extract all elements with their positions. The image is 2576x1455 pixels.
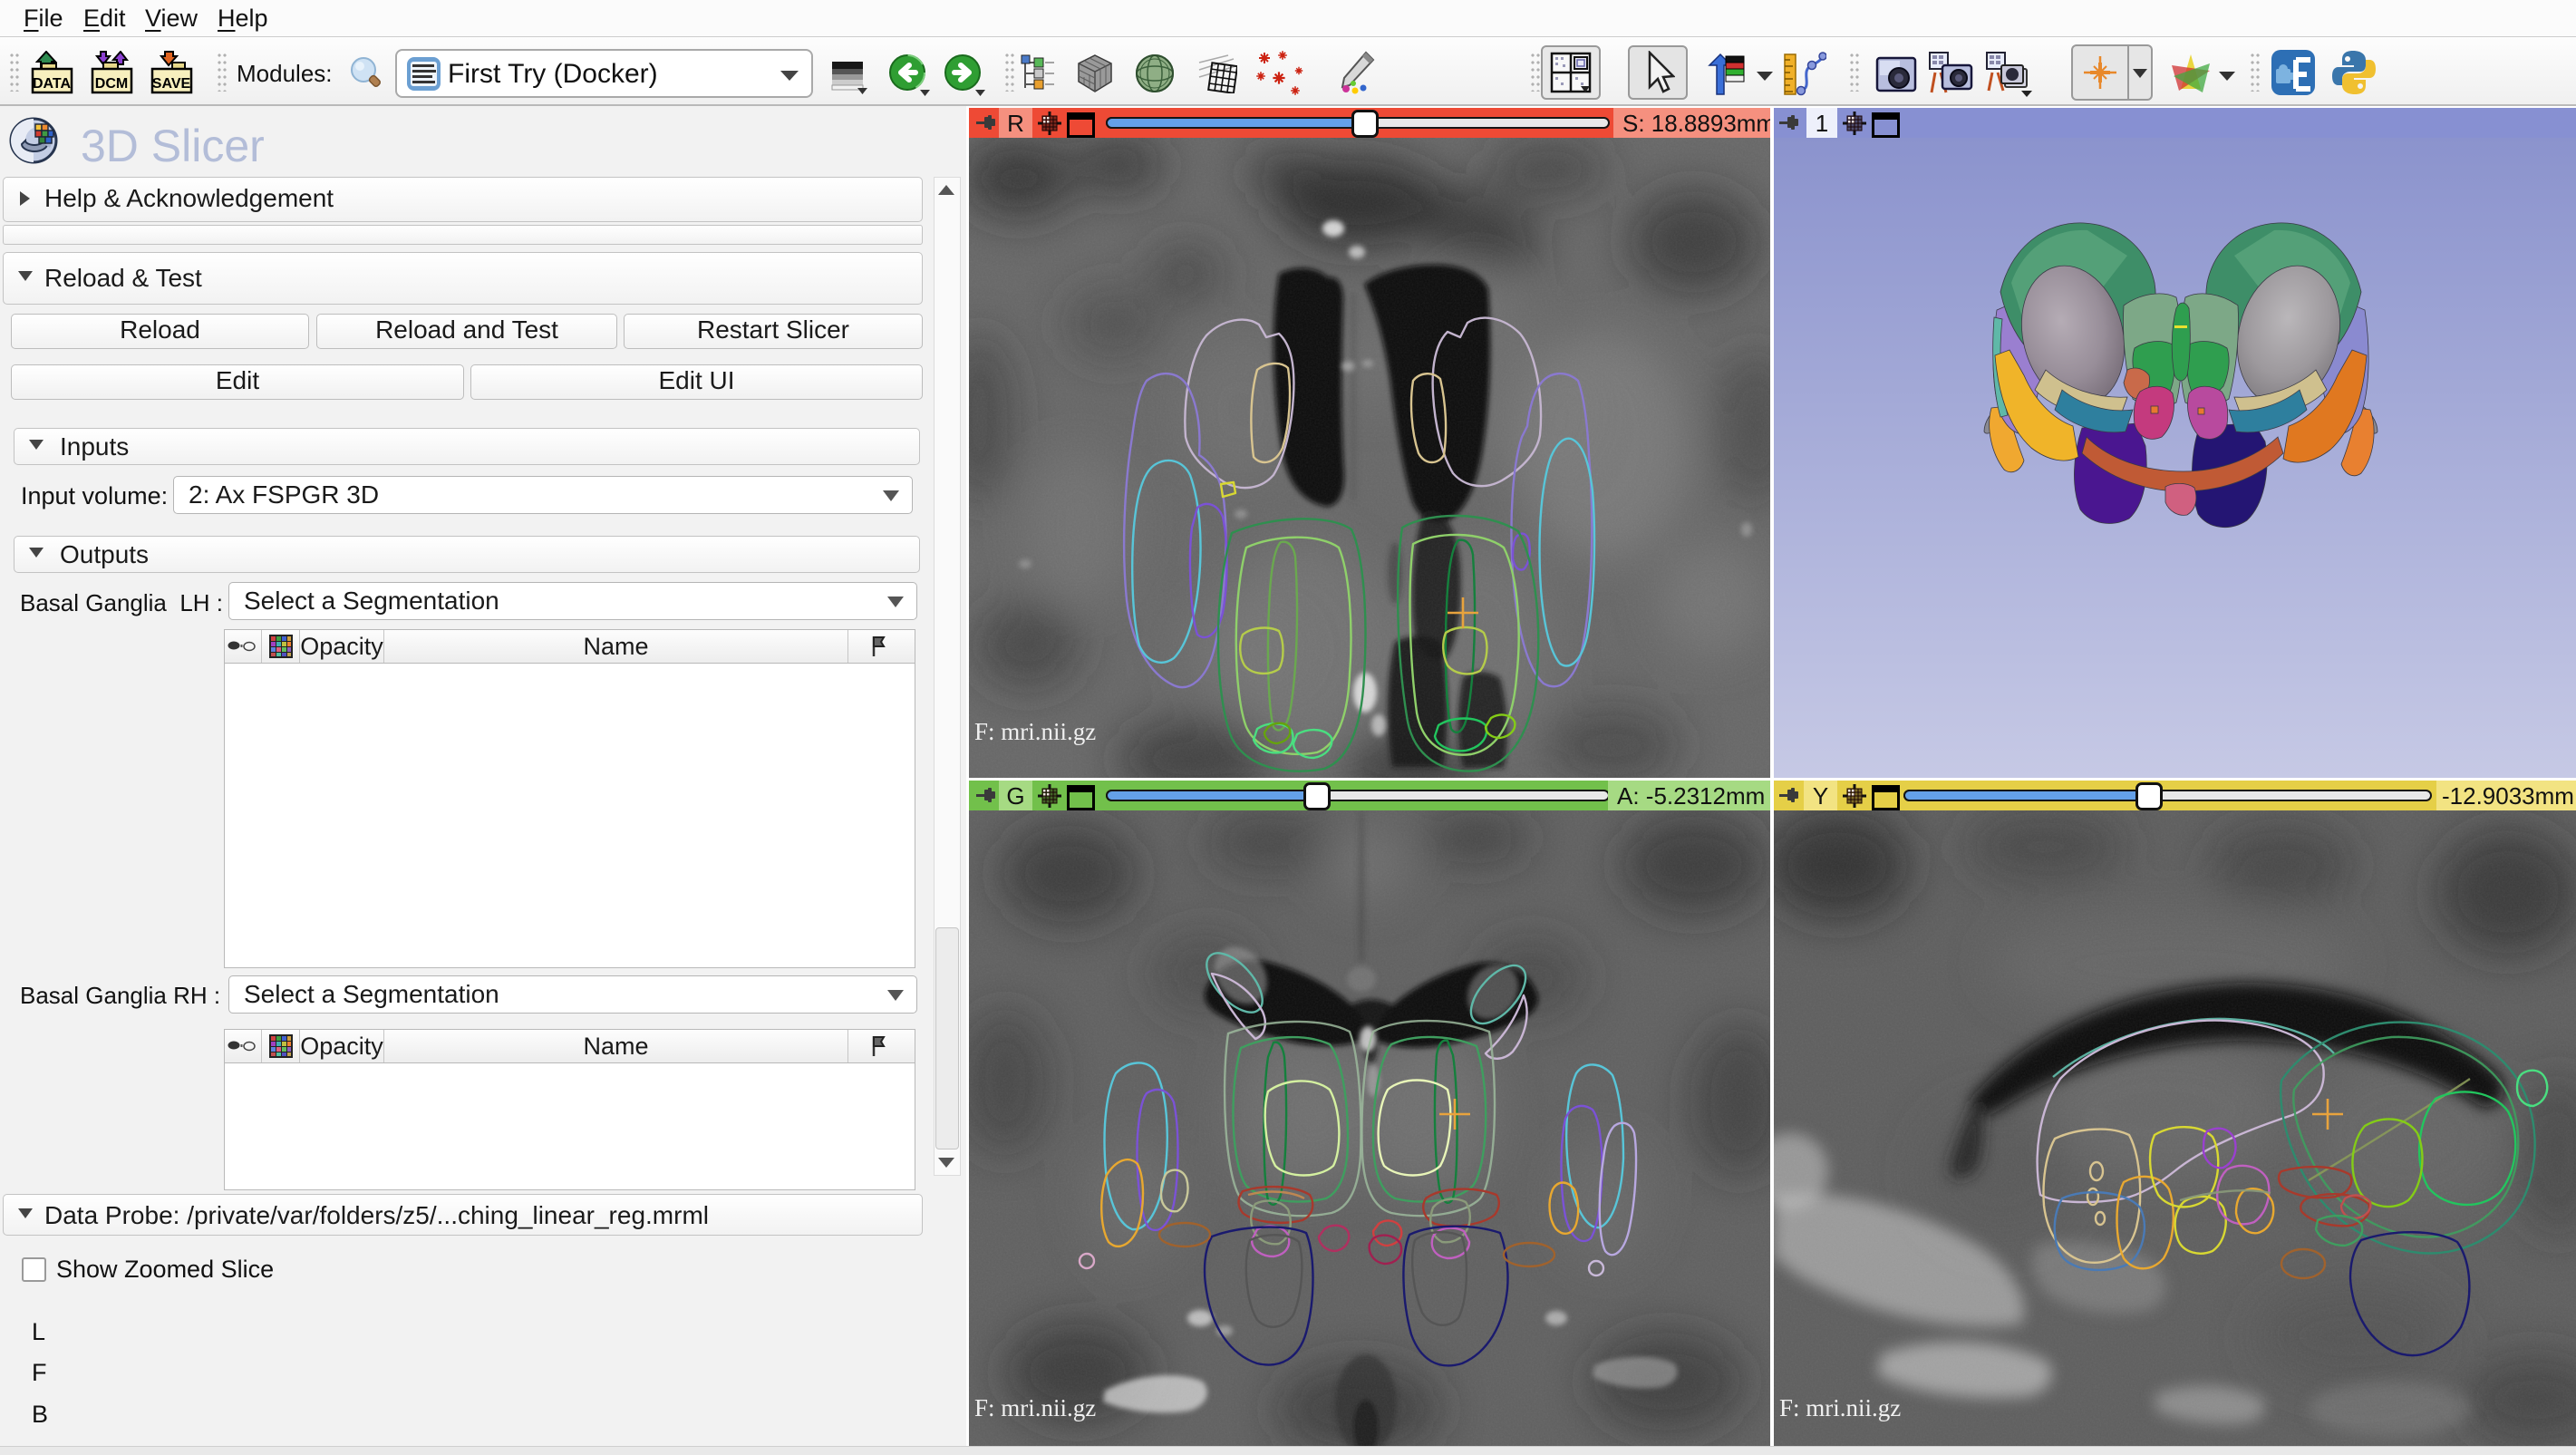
svg-text:F: mri.nii.gz: F: mri.nii.gz (974, 718, 1096, 745)
svg-text:DATA: DATA (33, 76, 72, 92)
svg-text:DCM: DCM (95, 76, 128, 92)
svg-text:F: mri.nii.gz: F: mri.nii.gz (974, 1394, 1096, 1421)
svg-text:SAVE: SAVE (152, 76, 191, 92)
svg-text:F: mri.nii.gz: F: mri.nii.gz (1779, 1394, 1901, 1421)
